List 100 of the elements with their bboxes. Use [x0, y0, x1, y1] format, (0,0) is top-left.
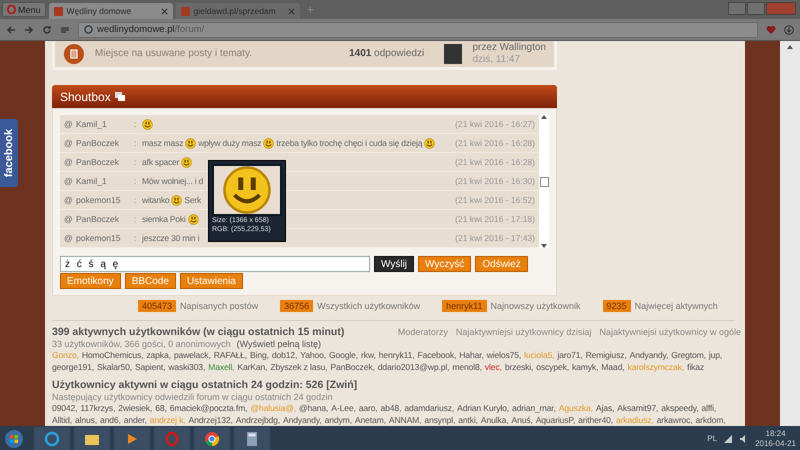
clock-date[interactable]: 2016-04-21	[755, 438, 796, 448]
user-link[interactable]: Google,	[328, 350, 358, 362]
user-link[interactable]: Remigiusz,	[586, 350, 627, 362]
user-link[interactable]: AquariusP,	[536, 414, 576, 426]
user-link[interactable]: jup,	[708, 350, 722, 362]
user-link[interactable]: Gregtom,	[671, 350, 706, 362]
page-scrollbar[interactable]	[780, 41, 800, 426]
user-link[interactable]: henryk11,	[378, 350, 414, 362]
user-link[interactable]: zapka,	[146, 350, 171, 362]
user-link[interactable]: Anulka,	[480, 414, 508, 426]
lines-icon[interactable]	[60, 24, 70, 34]
facebook-tab[interactable]: facebook	[0, 119, 18, 187]
user-link[interactable]: arkdom,	[696, 414, 726, 426]
user-link[interactable]: Yahoo,	[300, 350, 326, 362]
user-link[interactable]: RAFAŁŁ,	[214, 350, 248, 362]
user-link[interactable]: george191,	[52, 362, 94, 374]
taskbar-app[interactable]	[234, 427, 270, 450]
shout-author[interactable]: PanBoczek	[76, 214, 134, 224]
user-link[interactable]: vlec,	[484, 362, 502, 374]
shout-author[interactable]: Kamil_1	[76, 176, 134, 186]
user-link[interactable]: Maxell,	[208, 362, 234, 374]
user-link[interactable]: aaro,	[358, 403, 378, 415]
user-link[interactable]: andym,	[324, 414, 352, 426]
user-link[interactable]: Zbyszek z lasu,	[270, 362, 328, 374]
taskbar-app[interactable]	[194, 427, 230, 450]
menu-button[interactable]: Menu	[2, 2, 46, 17]
close-tab-icon[interactable]	[288, 8, 295, 14]
shout-author[interactable]: PanBoczek	[76, 157, 134, 168]
user-link[interactable]: Ajas,	[596, 403, 614, 415]
user-link[interactable]: Aksamit97,	[617, 403, 658, 415]
forward-icon[interactable]	[24, 24, 34, 34]
user-link[interactable]: @hana,	[298, 403, 328, 415]
user-link[interactable]: Hahar,	[459, 350, 484, 362]
user-link[interactable]: adrian_mar,	[512, 403, 556, 415]
user-link[interactable]: and6,	[100, 414, 121, 426]
user-link[interactable]: fikaz	[687, 362, 704, 374]
user-link[interactable]: KarKan,	[237, 362, 268, 374]
shout-author[interactable]: pokemon15	[76, 233, 134, 244]
reload-icon[interactable]	[42, 24, 52, 34]
user-link[interactable]: HomoChemicus,	[82, 350, 144, 362]
close-tab-icon[interactable]	[160, 8, 168, 14]
windows-icon[interactable]	[114, 92, 125, 101]
user-link[interactable]: jaro71,	[557, 350, 583, 362]
user-link[interactable]: ddario2013@wp.pl,	[378, 362, 450, 374]
user-link[interactable]: 6maciek@poczta.fm,	[170, 403, 248, 415]
user-link[interactable]: Skalar50,	[97, 362, 132, 374]
user-link[interactable]: arither40,	[578, 414, 613, 426]
user-link[interactable]: Facebook,	[417, 350, 456, 362]
user-link[interactable]: Andrzej132,	[188, 414, 233, 426]
user-link[interactable]: Anetam,	[354, 414, 386, 426]
user-link[interactable]: dob12,	[272, 350, 298, 362]
user-link[interactable]: Alltid,	[52, 414, 72, 426]
user-link[interactable]: ander,	[124, 414, 147, 426]
shout-author[interactable]: pokemon15	[76, 195, 134, 206]
send-button[interactable]: Wyślij	[374, 256, 414, 272]
user-link[interactable]: wielos75,	[486, 350, 522, 362]
user-link[interactable]: waski303,	[168, 362, 206, 374]
user-link[interactable]: ansynpl,	[424, 414, 456, 426]
user-link[interactable]: 2wiesiek,	[118, 403, 152, 415]
user-link[interactable]: antki,	[458, 414, 478, 426]
minimize-button[interactable]	[728, 2, 746, 15]
shout-author[interactable]: Kamil_1	[76, 119, 134, 130]
taskbar-app[interactable]	[74, 427, 110, 450]
user-link[interactable]: Andrzejbdg,	[236, 414, 280, 426]
user-link[interactable]: Sapient,	[134, 362, 166, 374]
user-link[interactable]: Maad,	[601, 362, 624, 374]
scrollbar[interactable]	[539, 115, 549, 248]
user-link[interactable]: 09042,	[52, 403, 78, 415]
shout-author[interactable]: PanBoczek	[76, 138, 134, 148]
browser-tab[interactable]: Wędliny domowe	[48, 3, 173, 19]
taskbar-app[interactable]	[114, 427, 150, 450]
user-link[interactable]: 68,	[155, 403, 167, 415]
user-link[interactable]: menol8,	[452, 362, 482, 374]
user-link[interactable]: Andyandy,	[282, 414, 322, 426]
user-link[interactable]: Andyandy,	[630, 350, 668, 362]
download-icon[interactable]	[784, 24, 794, 34]
clock-time[interactable]: 18:24	[766, 428, 786, 438]
start-icon[interactable]	[4, 428, 24, 448]
show-all-link[interactable]: (Wyświetl pełną listę)	[236, 338, 322, 350]
scroll-down-icon[interactable]	[541, 244, 547, 248]
user-link[interactable]: 117krzys,	[80, 403, 116, 415]
user-link[interactable]: ab48,	[380, 403, 402, 415]
scroll-thumb[interactable]	[540, 176, 548, 187]
user-link[interactable]: PanBoczek,	[330, 362, 375, 374]
message-input[interactable]: ż ć ś ą ę	[60, 256, 370, 272]
user-link[interactable]: A-Lee,	[331, 403, 356, 415]
user-link[interactable]: oscypek,	[536, 362, 569, 374]
user-link[interactable]: brzeski,	[504, 362, 534, 374]
user-link[interactable]: Bing,	[250, 350, 269, 362]
user-link[interactable]: arkawroc,	[656, 414, 693, 426]
user-link[interactable]: alnus,	[74, 414, 98, 426]
taskbar-app[interactable]	[34, 427, 70, 450]
user-link[interactable]: alffi,	[701, 403, 716, 415]
scroll-up-icon[interactable]	[541, 115, 547, 120]
network-icon[interactable]	[723, 434, 734, 444]
user-link[interactable]: Anuś,	[511, 414, 533, 426]
scroll-up-icon[interactable]	[787, 45, 793, 49]
back-icon[interactable]	[6, 24, 16, 34]
user-link[interactable]: ANNAM,	[388, 414, 422, 426]
user-link[interactable]: Adrian Kuryło,	[457, 403, 509, 415]
